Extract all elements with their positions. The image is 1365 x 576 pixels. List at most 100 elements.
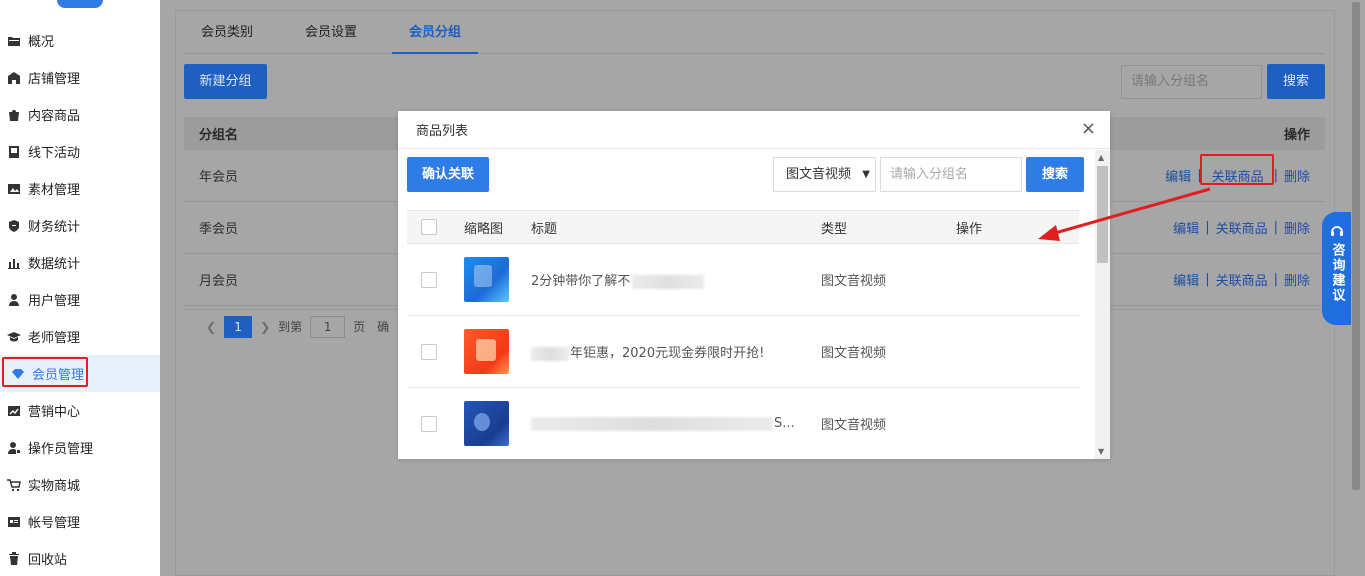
edit-link[interactable]: 编辑 bbox=[1173, 270, 1199, 289]
sidebar-item-members[interactable]: 会员管理 bbox=[0, 355, 160, 392]
user-icon bbox=[7, 293, 21, 307]
new-group-button[interactable]: 新建分组 bbox=[184, 64, 267, 99]
group-name: 月会员 bbox=[199, 274, 239, 289]
consult-button[interactable]: 咨询建议 bbox=[1322, 212, 1351, 325]
sidebar-item-label: 帐号管理 bbox=[28, 516, 81, 531]
goods-type: 图文音视频 bbox=[821, 274, 887, 289]
link-goods-link[interactable]: 关联商品 bbox=[1199, 154, 1274, 185]
redacted-text bbox=[531, 346, 569, 361]
thumb-cell bbox=[464, 401, 531, 446]
headset-icon bbox=[1329, 223, 1345, 239]
page-number[interactable]: 1 bbox=[224, 315, 253, 338]
sidebar-item-label: 概况 bbox=[28, 35, 55, 50]
search-button[interactable]: 搜索 bbox=[1267, 64, 1325, 99]
link-goods-link[interactable]: 关联商品 bbox=[1216, 218, 1268, 237]
select-all-checkbox[interactable] bbox=[421, 219, 437, 235]
scroll-thumb[interactable] bbox=[1352, 2, 1360, 490]
sidebar-item-teachers[interactable]: 老师管理 bbox=[0, 318, 160, 355]
consult-label: 咨询建议 bbox=[1329, 243, 1345, 303]
scroll-down-icon[interactable]: ▼ bbox=[1098, 447, 1104, 456]
title-cell: 年钜惠，2020元现金券限时开抢! bbox=[531, 342, 821, 361]
bar-chart-icon bbox=[7, 256, 21, 270]
goods-search-input[interactable]: 请输入分组名 bbox=[880, 157, 1022, 192]
sidebar-item-marketing[interactable]: 营销中心 bbox=[0, 392, 160, 429]
folder-icon bbox=[7, 34, 21, 48]
sidebar-item-operators[interactable]: 操作员管理 bbox=[0, 429, 160, 466]
graduation-cap-icon bbox=[7, 330, 21, 344]
trash-icon bbox=[7, 551, 21, 566]
sidebar-item-content[interactable]: 内容商品 bbox=[0, 96, 160, 133]
sidebar-item-label: 内容商品 bbox=[28, 109, 81, 124]
header-thumb: 缩略图 bbox=[464, 221, 504, 237]
separator: | bbox=[1205, 272, 1210, 287]
highlight-box bbox=[1199, 154, 1274, 185]
type-select[interactable]: 图文音视频 ▼ bbox=[773, 157, 876, 192]
sidebar-item-label: 回收站 bbox=[28, 553, 68, 568]
tab-member-groups[interactable]: 会员分组 bbox=[392, 11, 479, 54]
close-icon[interactable]: × bbox=[1081, 120, 1096, 138]
sidebar-item-label: 实物商城 bbox=[28, 479, 81, 494]
caret-down-icon: ▼ bbox=[862, 169, 870, 180]
sidebar-item-material[interactable]: 素材管理 bbox=[0, 170, 160, 207]
group-search-input[interactable]: 请输入分组名 bbox=[1121, 65, 1262, 99]
sidebar-item-label: 线下活动 bbox=[28, 146, 81, 161]
delete-link[interactable]: 删除 bbox=[1284, 218, 1310, 237]
row-checkbox[interactable] bbox=[421, 415, 437, 432]
trend-icon bbox=[7, 404, 21, 418]
separator: | bbox=[1273, 220, 1278, 235]
goods-thumbnail bbox=[464, 401, 509, 446]
goods-title: S... bbox=[774, 416, 795, 431]
header-type: 类型 bbox=[821, 221, 848, 237]
sidebar-item-store[interactable]: 店铺管理 bbox=[0, 59, 160, 96]
delete-link[interactable]: 删除 bbox=[1284, 166, 1310, 185]
sidebar-item-overview[interactable]: 概况 bbox=[0, 22, 160, 59]
store-icon bbox=[7, 71, 21, 85]
sidebar-item-label: 财务统计 bbox=[28, 220, 81, 235]
redacted-text bbox=[531, 416, 773, 431]
title-cell: 2分钟带你了解不 bbox=[531, 270, 821, 289]
tab-bar: 会员类别 会员设置 会员分组 bbox=[184, 11, 1324, 54]
group-name: 年会员 bbox=[199, 170, 239, 185]
row-ops: 编辑 | 关联商品 | 删除 bbox=[1173, 270, 1310, 289]
sidebar-item-accounts[interactable]: 帐号管理 bbox=[0, 503, 160, 540]
dialog-header: 商品列表 × bbox=[398, 111, 1110, 149]
link-goods-link[interactable]: 关联商品 bbox=[1216, 270, 1268, 289]
sidebar-item-label: 操作员管理 bbox=[28, 442, 94, 457]
prev-page-icon[interactable]: ❮ bbox=[206, 320, 216, 334]
annotation-arrow-icon bbox=[1038, 187, 1211, 241]
flag-icon bbox=[7, 145, 21, 159]
row-checkbox[interactable] bbox=[421, 343, 437, 360]
sidebar-item-label: 店铺管理 bbox=[28, 72, 81, 87]
goods-table: 缩略图 标题 类型 操作 2分钟带你了解不 图文音视频 年钜惠，2020元现金券… bbox=[407, 210, 1079, 459]
next-page-icon[interactable]: ❯ bbox=[260, 320, 270, 334]
diamond-icon bbox=[11, 367, 25, 381]
confirm-link-button[interactable]: 确认关联 bbox=[407, 157, 489, 192]
sidebar: 概况 店铺管理 内容商品 线下活动 素材管理 财务统计 数据统计 用户管理 老师… bbox=[0, 0, 160, 576]
goods-row: 年钜惠，2020元现金券限时开抢! 图文音视频 bbox=[407, 316, 1079, 388]
goto-page-input[interactable]: 1 bbox=[310, 315, 346, 338]
sidebar-item-mall[interactable]: 实物商城 bbox=[0, 466, 160, 503]
tab-member-settings[interactable]: 会员设置 bbox=[288, 11, 374, 53]
delete-link[interactable]: 删除 bbox=[1284, 270, 1310, 289]
sidebar-item-offline[interactable]: 线下活动 bbox=[0, 133, 160, 170]
sidebar-item-stats[interactable]: 数据统计 bbox=[0, 244, 160, 281]
goods-title: 2分钟带你了解不 bbox=[531, 274, 631, 289]
goods-title: 年钜惠，2020元现金券限时开抢! bbox=[570, 346, 765, 361]
title-cell: S... bbox=[531, 416, 821, 431]
logo bbox=[57, 0, 103, 8]
thumb-cell bbox=[464, 257, 531, 302]
separator: | bbox=[1273, 168, 1278, 183]
scroll-up-icon[interactable]: ▲ bbox=[1098, 153, 1104, 162]
type-select-value: 图文音视频 bbox=[786, 167, 852, 182]
edit-link[interactable]: 编辑 bbox=[1165, 166, 1191, 185]
row-checkbox[interactable] bbox=[421, 271, 437, 288]
dialog-title: 商品列表 bbox=[416, 124, 469, 139]
bag-icon bbox=[7, 108, 21, 122]
page-label: 页 bbox=[353, 320, 366, 334]
sidebar-item-users[interactable]: 用户管理 bbox=[0, 281, 160, 318]
thumb-cell bbox=[464, 329, 531, 374]
sidebar-item-finance[interactable]: 财务统计 bbox=[0, 207, 160, 244]
tab-member-category[interactable]: 会员类别 bbox=[184, 11, 270, 53]
confirm-goto-button[interactable]: 确 bbox=[377, 318, 389, 335]
sidebar-item-trash[interactable]: 回收站 bbox=[0, 540, 160, 576]
